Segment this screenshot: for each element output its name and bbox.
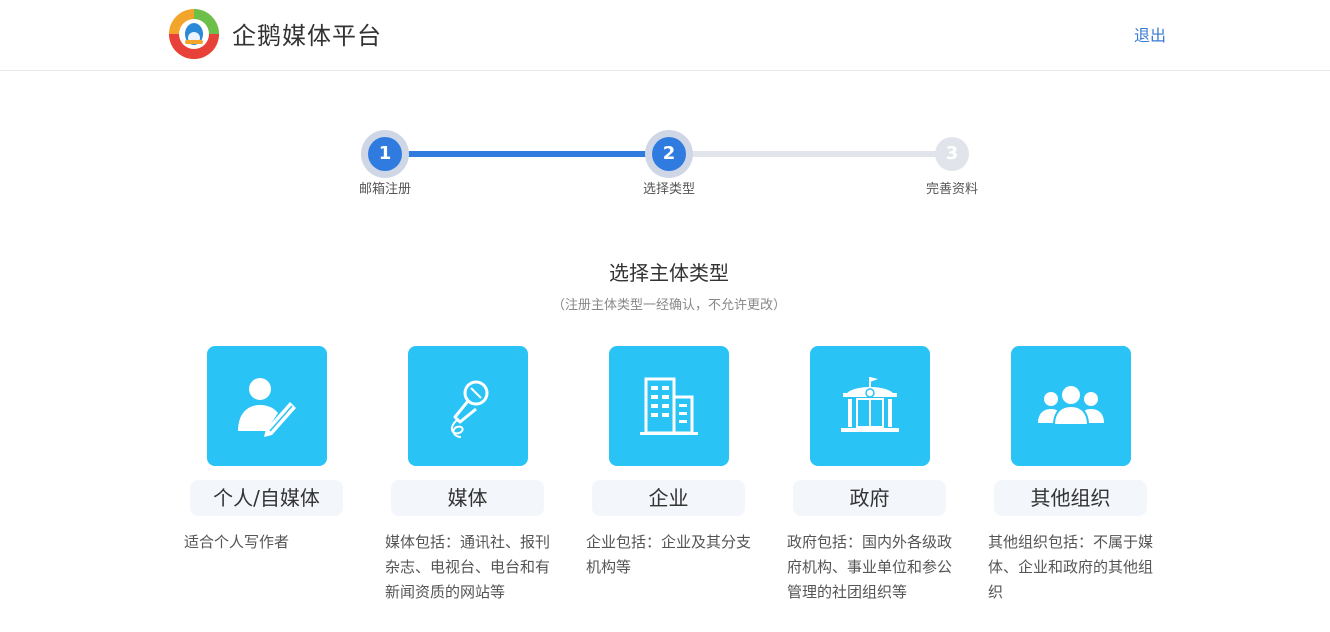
card-description: 政府包括：国内外各级政府机构、事业单位和参公管理的社团组织等	[787, 533, 953, 601]
office-building-icon	[640, 377, 698, 435]
card-media[interactable]: 媒体 媒体包括：通讯社、报刊杂志、电视台、电台和有新闻资质的网站等	[381, 346, 551, 616]
logout-link[interactable]: 退出	[1134, 25, 1166, 47]
step-label: 邮箱注册	[358, 182, 411, 197]
section-subtitle: （注册主体类型一经确认，不允许更改）	[551, 298, 786, 313]
card-tile[interactable]	[609, 346, 729, 466]
card-description: 其他组织包括：不属于媒体、企业和政府的其他组织	[988, 533, 1154, 601]
step-complete-profile: 3 完善资料	[907, 130, 997, 198]
card-description: 适合个人写作者	[184, 533, 290, 551]
step-label: 选择类型	[642, 182, 695, 197]
card-tile[interactable]	[1011, 346, 1131, 466]
card-enterprise[interactable]: 企业 企业包括：企业及其分支机构等	[582, 346, 752, 616]
card-name: 个人/自媒体	[190, 480, 343, 516]
card-name: 其他组织	[994, 480, 1147, 516]
step-email-register: 1 邮箱注册	[340, 130, 430, 198]
top-header: 企鹅媒体平台 退出	[0, 0, 1330, 71]
step-choose-type: 2 选择类型	[624, 130, 714, 198]
card-description: 企业包括：企业及其分支机构等	[586, 533, 752, 576]
step-number: 2	[652, 137, 686, 171]
card-individual[interactable]: 个人/自媒体 适合个人写作者	[180, 346, 350, 616]
platform-title: 企鹅媒体平台	[232, 22, 382, 50]
card-name: 媒体	[391, 480, 544, 516]
section-title: 选择主体类型	[609, 261, 729, 285]
card-government[interactable]: 政府 政府包括：国内外各级政府机构、事业单位和参公管理的社团组织等	[783, 346, 953, 616]
step-number: 1	[368, 137, 402, 171]
registration-stepper: 1 邮箱注册 2 选择类型 3 完善资料	[340, 130, 1000, 210]
card-name: 企业	[592, 480, 745, 516]
entity-type-cards: 个人/自媒体 适合个人写作者 媒体 媒体包括：通讯社、报刊杂志、电视台、电台和有…	[180, 346, 1160, 626]
step-label: 完善资料	[925, 182, 978, 197]
person-pen-icon	[238, 378, 296, 437]
penguin-logo-icon[interactable]	[168, 8, 220, 60]
government-building-icon	[841, 377, 899, 432]
card-description: 媒体包括：通讯社、报刊杂志、电视台、电台和有新闻资质的网站等	[385, 533, 551, 601]
card-tile[interactable]	[810, 346, 930, 466]
card-tile[interactable]	[408, 346, 528, 466]
group-people-icon	[1038, 384, 1104, 426]
card-name: 政府	[793, 480, 946, 516]
microphone-icon	[451, 380, 489, 438]
step-number: 3	[935, 137, 969, 171]
card-tile[interactable]	[207, 346, 327, 466]
card-other-organization[interactable]: 其他组织 其他组织包括：不属于媒体、企业和政府的其他组织	[984, 346, 1154, 616]
